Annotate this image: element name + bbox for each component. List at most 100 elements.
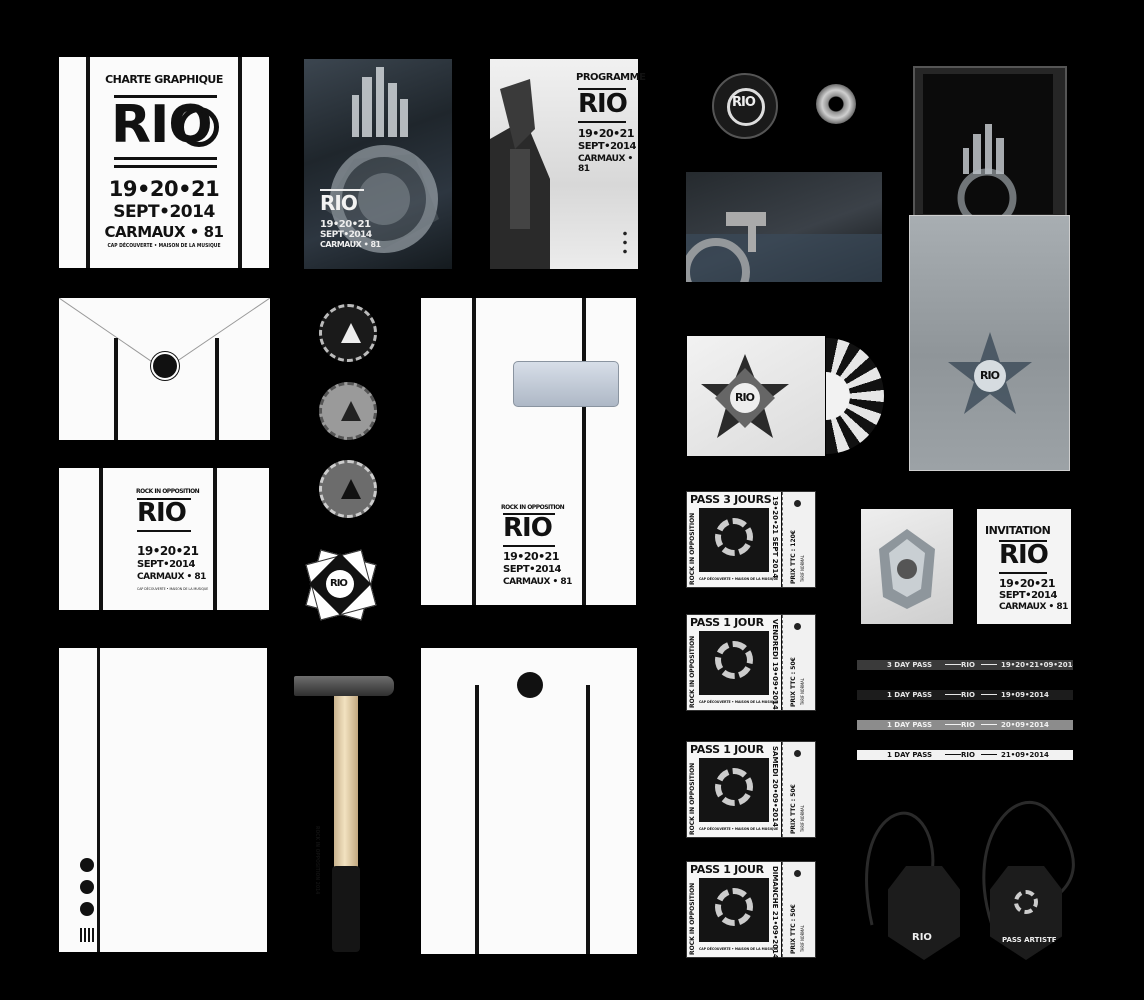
stub-hole-icon bbox=[794, 870, 801, 877]
card-logo: RIO bbox=[137, 498, 187, 528]
wristband: 1 DAY PASS RIO 20•09•2014 bbox=[857, 720, 1073, 730]
dots-icon bbox=[623, 229, 627, 255]
programme-month: SEPT•2014 bbox=[578, 141, 636, 152]
hammer: ROCK IN OPPOSITION 2014 bbox=[292, 676, 396, 954]
ticket-price: PRIX TTC : 120€ bbox=[790, 530, 797, 584]
sticker-2 bbox=[319, 382, 377, 440]
slipcase-logo: RIO bbox=[980, 369, 1000, 382]
wristband: 1 DAY PASS RIO 21•09•2014 bbox=[857, 750, 1073, 760]
cd-sleeve: RIO bbox=[687, 336, 825, 456]
seal-icon bbox=[80, 858, 94, 872]
coaster: RIO bbox=[712, 73, 778, 139]
ticket-date: SAMEDI 20•09•2014 bbox=[771, 746, 779, 827]
art-card bbox=[861, 509, 953, 624]
ticket: PASS 1 JOUR ROCK IN OPPOSITION DIMANCHE 21… bbox=[686, 861, 816, 959]
envelope-dates: 19•20•21 bbox=[503, 550, 559, 563]
star-sticker-logo: RIO bbox=[330, 578, 348, 589]
poster-dates: 19•20•21 bbox=[320, 219, 371, 230]
gear-icon bbox=[715, 518, 753, 556]
window-envelope: ROCK IN OPPOSITION RIO 19•20•21 SEPT•201… bbox=[421, 298, 636, 605]
ticket-side: ROCK IN OPPOSITION bbox=[689, 635, 696, 708]
wristband-date: 20•09•2014 bbox=[1001, 721, 1049, 729]
ticket-title: PASS 3 JOURS bbox=[690, 493, 772, 506]
ticket-price: PRIX TTC : 50€ bbox=[790, 657, 797, 707]
star-sticker: RIO bbox=[304, 548, 377, 621]
programme-booklet: PROGRAMME RIO 19•20•21 SEPT•2014 CARMAUX… bbox=[490, 59, 646, 269]
lanyard-cords bbox=[865, 801, 1075, 926]
wristband-logo: RIO bbox=[961, 661, 975, 669]
programme-header: PROGRAMME bbox=[576, 72, 646, 83]
cd-disc bbox=[826, 338, 884, 454]
envelope-header: ROCK IN OPPOSITION bbox=[501, 504, 565, 511]
ticket-venue: CAP DÉCOUVERTE • MAISON DE LA MUSIQUE bbox=[699, 827, 779, 831]
wristband-pass: 1 DAY PASS bbox=[887, 691, 933, 699]
ticket: PASS 3 JOURS ROCK IN OPPOSITION 19•20•21 S… bbox=[686, 491, 816, 588]
card-city: CARMAUX • 81 bbox=[137, 572, 206, 582]
badge-1-label: RIO bbox=[912, 932, 932, 943]
ticket-side: ROCK IN OPPOSITION bbox=[689, 512, 696, 585]
coaster-logo: RIO bbox=[732, 95, 756, 110]
poster-month: SEPT•2014 bbox=[320, 230, 372, 240]
ticket-venue: CAP DÉCOUVERTE • MAISON DE LA MUSIQUE bbox=[699, 700, 779, 704]
wristband-logo: RIO bbox=[961, 721, 975, 729]
card-month: SEPT•2014 bbox=[137, 559, 195, 570]
invitation-city: CARMAUX • 81 bbox=[999, 602, 1068, 612]
qr-code-icon bbox=[80, 928, 94, 942]
ticket-venue: CAP DÉCOUVERTE • MAISON DE LA MUSIQUE bbox=[699, 947, 779, 951]
wristband-date: 19•20•21•09•2014 bbox=[1001, 661, 1073, 669]
ticket-side: ROCK IN OPPOSITION bbox=[689, 882, 696, 955]
gear-icon bbox=[1014, 890, 1038, 914]
invitation-logo: RIO bbox=[999, 540, 1049, 570]
charte-month: SEPT•2014 bbox=[113, 202, 215, 222]
hammer-grip bbox=[332, 866, 360, 952]
porthole-logo-icon bbox=[179, 107, 219, 147]
invitation-card: INVITATION RIO 19•20•21 SEPT•2014 CARMAU… bbox=[977, 509, 1071, 624]
envelope-flap bbox=[59, 298, 270, 440]
wristband-pass: 1 DAY PASS bbox=[887, 751, 933, 759]
cd-logo: RIO bbox=[735, 391, 755, 404]
star-emblem-icon bbox=[701, 354, 789, 438]
poster-city: CARMAUX • 81 bbox=[320, 240, 381, 249]
wristband: 1 DAY PASS RIO 19•09•2014 bbox=[857, 690, 1073, 700]
ticket-date: 19•20•21 SEPT 2014 bbox=[771, 496, 779, 579]
ticket: PASS 1 JOUR ROCK IN OPPOSITION VENDREDI 19… bbox=[686, 614, 816, 711]
wristband-pass: 1 DAY PASS bbox=[887, 721, 933, 729]
gear-icon bbox=[715, 641, 753, 679]
ticket-title: PASS 1 JOUR bbox=[690, 616, 764, 629]
metal-grommet-icon bbox=[816, 84, 856, 124]
envelope-month: SEPT•2014 bbox=[503, 564, 561, 575]
charte-city: CARMAUX • 81 bbox=[104, 223, 224, 241]
ticket-tarif: TARIF NORMAL bbox=[800, 925, 805, 952]
letterhead bbox=[59, 648, 267, 952]
sticker-3 bbox=[319, 460, 377, 518]
seal-icon bbox=[80, 902, 94, 916]
crystal-emblem-icon bbox=[879, 529, 935, 609]
invitation-month: SEPT•2014 bbox=[999, 590, 1057, 601]
programme-logo: RIO bbox=[578, 89, 628, 119]
hammer-handle bbox=[334, 696, 358, 871]
large-envelope bbox=[421, 648, 637, 954]
stub-hole-icon bbox=[794, 750, 801, 757]
tshirt-box bbox=[913, 66, 1067, 220]
charte-graphique-booklet: CHARTE GRAPHIQUE RIO 19•20•21 SEPT•2014 … bbox=[59, 57, 269, 268]
ticket-title: PASS 1 JOUR bbox=[690, 863, 764, 876]
charte-header: CHARTE GRAPHIQUE bbox=[105, 73, 223, 86]
ticket-date: DIMANCHE 21•09•2014 bbox=[771, 866, 779, 959]
gear-icon bbox=[715, 888, 753, 926]
ticket-tarif: TARIF NORMAL bbox=[800, 678, 805, 705]
seal-icon bbox=[517, 672, 543, 698]
stub-hole-icon bbox=[794, 623, 801, 630]
invitation-header: INVITATION bbox=[985, 524, 1051, 537]
ticket-tarif: TARIF NORMAL bbox=[800, 555, 805, 582]
programme-dates: 19•20•21 bbox=[578, 127, 634, 140]
wristband-pass: 3 DAY PASS bbox=[887, 661, 933, 669]
business-card: ROCK IN OPPOSITION RIO 19•20•21 SEPT•201… bbox=[59, 468, 269, 610]
press-folder bbox=[686, 172, 882, 282]
gear-icon bbox=[715, 768, 753, 806]
programme-city: CARMAUX • 81 bbox=[578, 154, 633, 174]
charte-dates: 19•20•21 bbox=[108, 177, 220, 201]
card-venue: CAP DÉCOUVERTE • MAISON DE LA MUSIQUE bbox=[137, 587, 209, 591]
envelope-city: CARMAUX • 81 bbox=[503, 577, 572, 587]
slipcase: RIO bbox=[909, 215, 1070, 471]
wristband: 3 DAY PASS RIO 19•20•21•09•2014 bbox=[857, 660, 1073, 670]
